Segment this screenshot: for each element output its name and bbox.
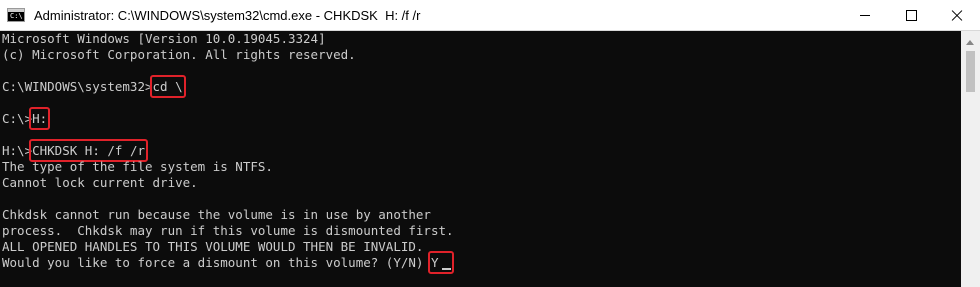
output-line: The type of the file system is NTFS. (2, 159, 273, 174)
scrollbar-thumb[interactable] (966, 51, 975, 92)
answer-input[interactable]: Y (431, 255, 439, 270)
close-button[interactable] (934, 0, 980, 30)
prompt: C:\WINDOWS\system32> (2, 79, 153, 94)
command-line-2: C:\>H: (2, 111, 47, 127)
version-line: Microsoft Windows [Version 10.0.19045.33… (2, 31, 326, 46)
highlighted-command: CHKDSK H: /f /r (32, 143, 145, 158)
highlighted-answer[interactable]: Y (431, 255, 451, 270)
title-bar: C:\ Administrator: C:\WINDOWS\system32\c… (0, 0, 980, 31)
console-output[interactable]: Microsoft Windows [Version 10.0.19045.33… (0, 31, 961, 287)
output-line: process. Chkdsk may run if this volume i… (2, 223, 454, 238)
app-icon-label: C:\ (10, 12, 23, 20)
copyright-line: (c) Microsoft Corporation. All rights re… (2, 47, 356, 62)
command-line-1: C:\WINDOWS\system32>cd \ (2, 79, 183, 95)
text-cursor (441, 268, 451, 270)
minimize-button[interactable] (842, 0, 888, 30)
vertical-scrollbar[interactable] (961, 31, 980, 287)
highlighted-command: cd \ (152, 79, 183, 94)
command-line-3: H:\>CHKDSK H: /f /r (2, 143, 145, 159)
prompt: H:\> (2, 143, 33, 158)
output-line: Chkdsk cannot run because the volume is … (2, 207, 431, 222)
close-icon (951, 9, 963, 21)
cmd-console-icon[interactable]: C:\ (7, 8, 25, 22)
arrow-up-icon[interactable] (966, 40, 974, 45)
minimize-icon (860, 14, 870, 16)
window-title: Administrator: C:\WINDOWS\system32\cmd.e… (34, 8, 421, 23)
dismount-question: Would you like to force a dismount on th… (2, 255, 431, 270)
maximize-icon (905, 9, 917, 21)
output-line: ALL OPENED HANDLES TO THIS VOLUME WOULD … (2, 239, 424, 254)
highlighted-command: H: (32, 111, 48, 126)
prompt: C:\> (2, 111, 33, 126)
maximize-button[interactable] (888, 0, 934, 30)
prompt-line: Would you like to force a dismount on th… (2, 255, 451, 271)
output-line: Cannot lock current drive. (2, 175, 198, 190)
